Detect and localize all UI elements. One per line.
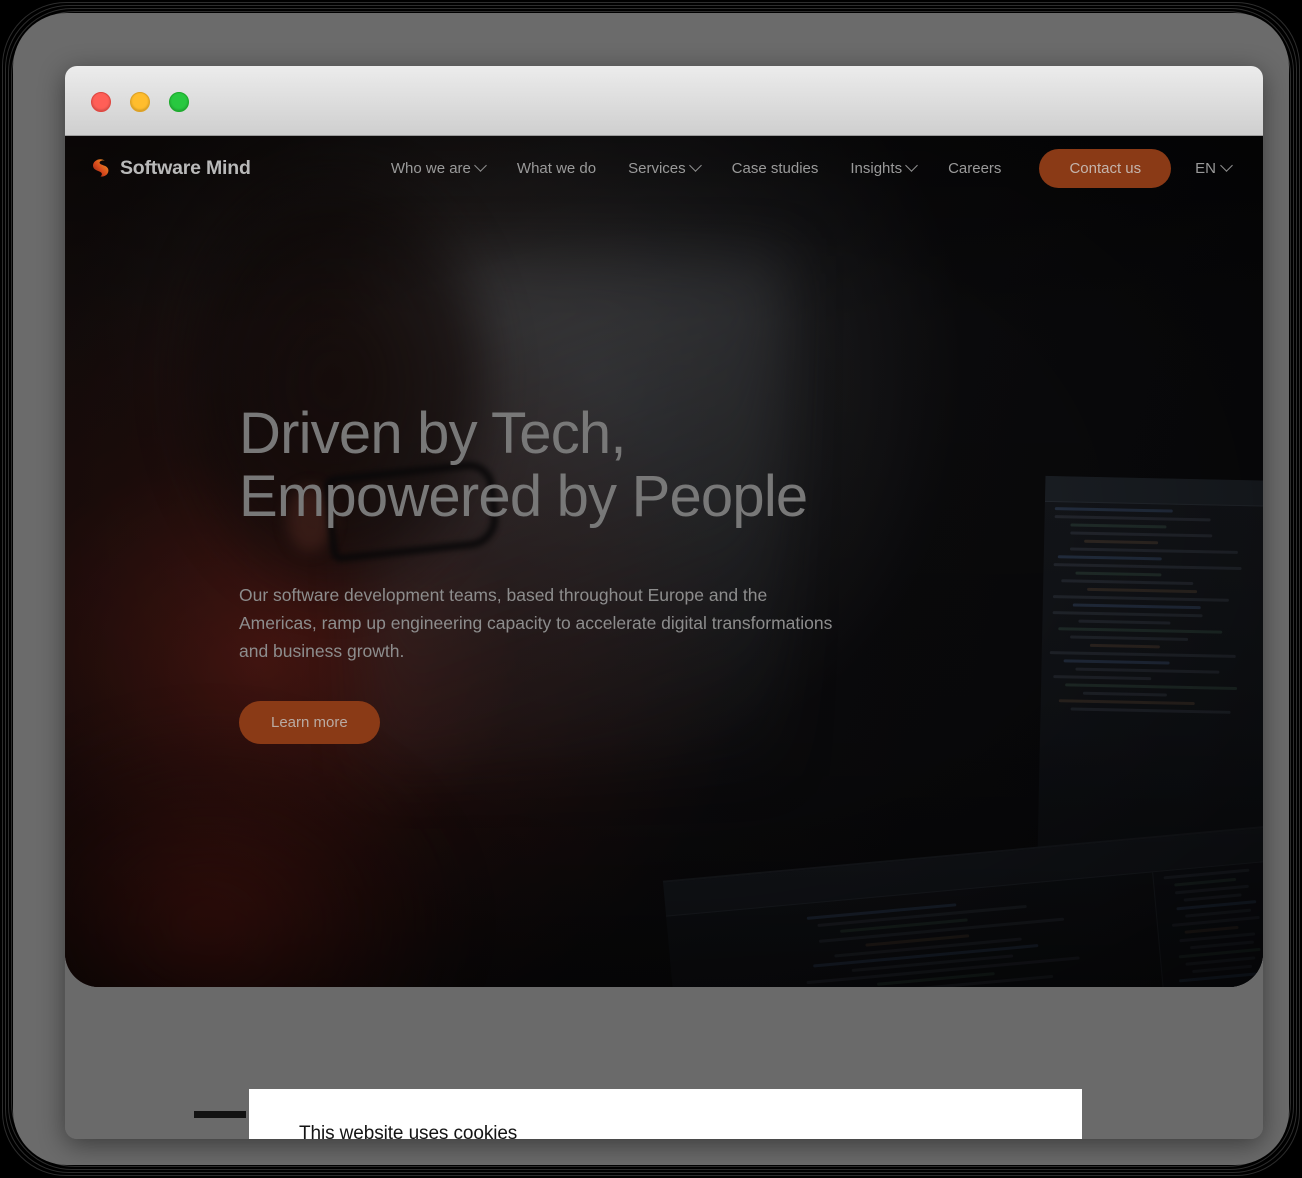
browser-window: Software Mind Who we are What we do Serv… (65, 66, 1263, 1139)
maximize-window-button[interactable] (169, 92, 189, 112)
device-bezel: Software Mind Who we are What we do Serv… (0, 0, 1302, 1178)
nav-label: Careers (948, 159, 1002, 177)
minimize-window-button[interactable] (130, 92, 150, 112)
chevron-down-icon (905, 158, 918, 172)
brand-logo-link[interactable]: Software Mind (89, 157, 251, 180)
nav-item-insights[interactable]: Insights (834, 158, 932, 177)
nav-item-careers[interactable]: Careers (932, 160, 1017, 177)
close-window-button[interactable] (91, 92, 111, 112)
chevron-down-icon (1220, 158, 1233, 172)
contact-us-button[interactable]: Contact us (1039, 148, 1172, 188)
nav-item-who-we-are[interactable]: Who we are (375, 158, 501, 177)
hero-section: Software Mind Who we are What we do Serv… (65, 136, 1263, 987)
language-switcher[interactable]: EN (1177, 158, 1239, 177)
brand-wordmark: Software Mind (120, 156, 251, 179)
nav-label: Services (628, 159, 686, 177)
language-label: EN (1195, 159, 1216, 177)
nav-label: Who we are (390, 159, 471, 177)
browser-titlebar (65, 66, 1263, 136)
nav-label: What we do (516, 159, 597, 177)
page-canvas: Software Mind Who we are What we do Serv… (65, 136, 1263, 1139)
nav-item-what-we-do[interactable]: What we do (501, 160, 612, 177)
page-bottom-marker (194, 1111, 246, 1118)
hero-content: Driven by Tech, Empowered by People Our … (239, 401, 939, 745)
cookie-consent-banner: This website uses cookies We use cookies… (249, 1089, 1082, 1139)
learn-more-button[interactable]: Learn more (239, 701, 380, 745)
screen-surface: Software Mind Who we are What we do Serv… (13, 13, 1289, 1165)
traffic-light-group (91, 92, 189, 112)
chevron-down-icon (474, 158, 487, 172)
nav-label: Insights (850, 159, 903, 177)
nav-item-case-studies[interactable]: Case studies (716, 160, 835, 177)
site-navbar: Software Mind Who we are What we do Serv… (65, 136, 1263, 200)
hero-heading: Driven by Tech, Empowered by People (239, 401, 808, 529)
nav-item-services[interactable]: Services (612, 158, 716, 177)
nav-label: Case studies (731, 159, 819, 177)
cookie-banner-title: This website uses cookies (299, 1123, 518, 1139)
hero-subtext: Our software development teams, based th… (239, 585, 833, 661)
chevron-down-icon (688, 158, 702, 172)
navbar-links: Who we are What we do Services Case stud… (375, 148, 1239, 188)
swirl-logo-icon (89, 157, 111, 179)
